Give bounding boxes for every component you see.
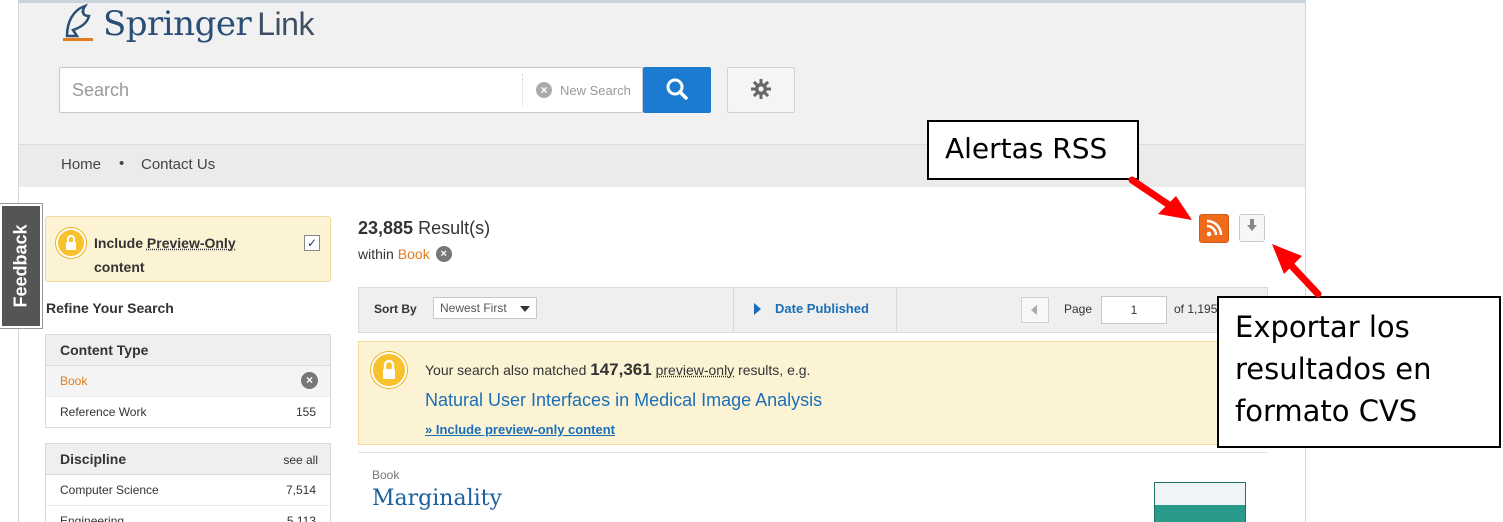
preview-include-text: Include <box>94 235 147 251</box>
export-annotation-line: formato CVS <box>1235 394 1418 428</box>
facet-title: Discipline <box>60 451 127 467</box>
facet-item-label: Engineering <box>60 514 125 522</box>
settings-button[interactable] <box>727 67 795 113</box>
facet-item-label: Book <box>60 374 88 388</box>
download-icon <box>1247 219 1257 231</box>
remove-within-icon[interactable]: × <box>435 246 452 262</box>
page-number-input[interactable]: 1 <box>1101 296 1167 324</box>
date-published-toggle[interactable]: Date Published <box>754 301 869 316</box>
feedback-tab[interactable]: Feedback <box>0 204 42 328</box>
expand-arrow-icon <box>754 302 761 315</box>
export-annotation-line: resultados en <box>1235 352 1432 386</box>
result-title-link[interactable]: Marginality <box>372 486 502 511</box>
see-all-link[interactable]: see all <box>283 453 318 467</box>
book-cover-thumbnail[interactable] <box>1154 482 1246 522</box>
logo-suffix: Link <box>257 6 314 42</box>
springer-page: SpringerLink × New Search <box>18 0 1306 522</box>
export-csv-button[interactable] <box>1239 214 1265 242</box>
search-icon <box>666 78 688 100</box>
facet-item-count: 7,514 <box>285 483 316 497</box>
remove-filter-icon[interactable]: × <box>301 372 318 389</box>
feedback-label: Feedback <box>10 224 31 308</box>
sort-select-value: Newest First <box>440 301 507 315</box>
facet-item-label: Reference Work <box>60 405 147 419</box>
results-count: 23,885 Result(s) <box>358 218 490 239</box>
matched-text: Your search also matched 147,361 preview… <box>425 360 810 380</box>
chevron-down-icon <box>520 306 530 312</box>
within-filter: within Book × <box>358 246 452 262</box>
logo-brand: Springer <box>103 4 252 44</box>
new-search-button[interactable]: × New Search <box>536 68 631 112</box>
search-divider <box>522 74 524 106</box>
springer-logo[interactable]: Springer Link <box>59 2 314 44</box>
facet-item-engineering[interactable]: Engineering 5,113 <box>46 506 330 522</box>
content-type-facet: Content Type Book × Reference Work 155 <box>45 334 331 428</box>
results-number: 23,885 <box>358 218 414 238</box>
sort-select[interactable]: Newest First <box>433 297 537 319</box>
facet-item-book[interactable]: Book × <box>46 366 330 397</box>
gear-icon <box>751 78 771 99</box>
refine-heading: Refine Your Search <box>46 300 174 316</box>
matched-suffix: results, e.g. <box>734 362 811 378</box>
preview-only-filter: Include Preview-Only content ✓ <box>45 216 331 282</box>
rss-button[interactable] <box>1199 214 1229 243</box>
facet-item-count: 5,113 <box>286 514 316 522</box>
toolbar-divider <box>733 288 734 332</box>
cover-strip <box>1155 483 1245 505</box>
lock-icon <box>371 352 407 388</box>
page-total: of 1,195 <box>1174 302 1218 316</box>
include-preview-link[interactable]: » Include preview-only content <box>425 422 615 437</box>
search-input[interactable] <box>60 68 520 112</box>
matched-preview-only: preview-only <box>655 362 735 378</box>
page-label: Page <box>1064 302 1093 316</box>
matched-count: 147,361 <box>590 360 652 379</box>
rss-annotation: Alertas RSS <box>927 120 1139 180</box>
nav-home-link[interactable]: Home <box>61 156 101 173</box>
preview-matched-notice: Your search also matched 147,361 preview… <box>358 341 1268 445</box>
preview-only-label: Include Preview-Only content <box>94 231 244 279</box>
sort-by-label: Sort By <box>374 302 417 316</box>
facet-title: Content Type <box>60 342 149 358</box>
facet-item-reference-work[interactable]: Reference Work 155 <box>46 397 330 427</box>
facet-header: Discipline see all <box>46 444 330 475</box>
result-content-type: Book <box>372 468 400 482</box>
search-box: × New Search <box>59 67 643 113</box>
matched-example-link[interactable]: Natural User Interfaces in Medical Image… <box>425 390 822 411</box>
discipline-facet: Discipline see all Computer Science 7,51… <box>45 443 331 522</box>
chevron-left-icon <box>1031 305 1037 315</box>
springer-horse-icon <box>63 3 93 41</box>
preview-only-keyword: Preview-Only <box>146 235 236 251</box>
nav-separator: • <box>119 155 125 172</box>
logo-text: Springer Link <box>103 4 314 44</box>
date-published-label: Date Published <box>775 301 869 316</box>
export-annotation: Exportar los resultados en formato CVS <box>1217 296 1501 448</box>
search-button[interactable] <box>643 67 711 113</box>
previous-page-button[interactable] <box>1021 297 1049 323</box>
clear-icon: × <box>536 82 552 98</box>
lock-icon <box>56 228 86 258</box>
preview-content-text: content <box>94 259 145 275</box>
nav-contact-link[interactable]: Contact Us <box>141 156 215 173</box>
results-divider <box>358 452 1268 453</box>
facet-header: Content Type <box>46 335 330 366</box>
results-toolbar: Sort By Newest First Date Published Page… <box>358 287 1268 333</box>
facet-item-label: Computer Science <box>60 483 159 497</box>
facet-item-computer-science[interactable]: Computer Science 7,514 <box>46 475 330 506</box>
preview-only-checkbox[interactable]: ✓ <box>304 235 320 251</box>
rss-icon <box>1206 219 1223 237</box>
within-facet-link[interactable]: Book <box>398 246 430 262</box>
facet-item-count: 155 <box>295 405 316 419</box>
results-suffix: Result(s) <box>413 218 491 238</box>
within-prefix: within <box>358 246 394 262</box>
new-search-label: New Search <box>560 82 631 98</box>
toolbar-divider <box>896 288 897 332</box>
matched-prefix: Your search also matched <box>425 362 591 378</box>
export-annotation-line: Exportar los <box>1235 310 1410 344</box>
